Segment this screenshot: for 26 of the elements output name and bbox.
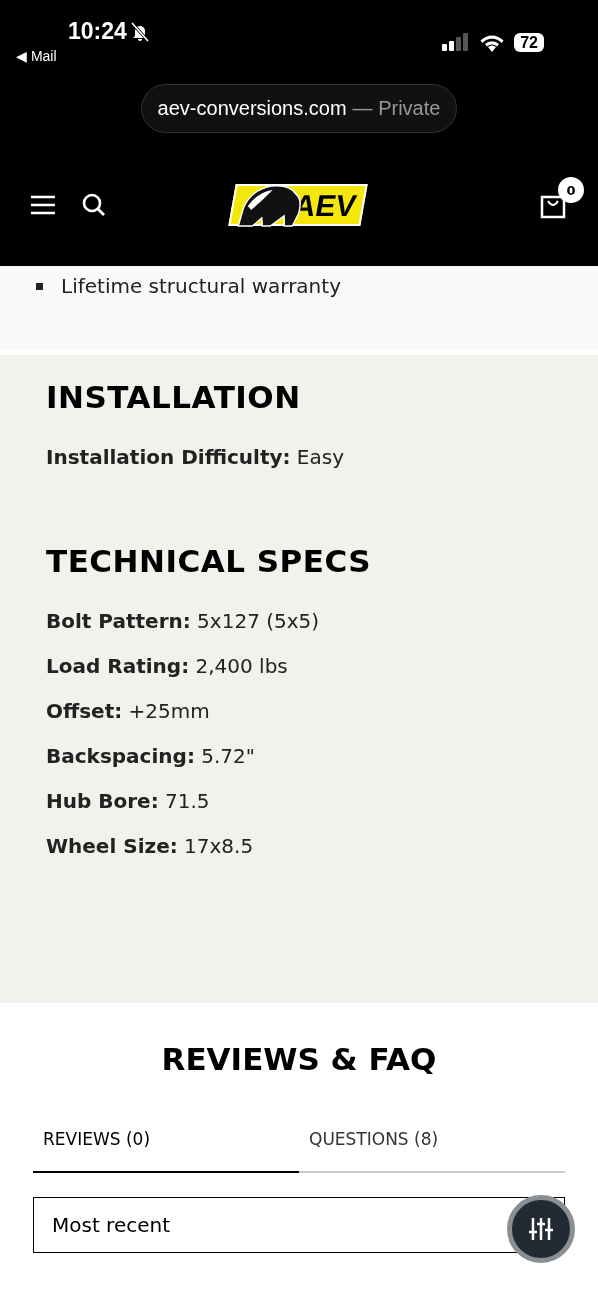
feature-item: Lifetime structural warranty <box>61 274 341 298</box>
section-title: TECHNICAL SPECS <box>46 543 373 579</box>
menu-icon[interactable] <box>30 195 56 215</box>
cart-count-badge: 0 <box>558 177 584 203</box>
spec-line: Installation Difficulty: Easy <box>46 445 346 469</box>
spec-line: Backspacing: 5.72" <box>46 744 256 768</box>
address-bar[interactable]: aev-conversions.com — Private <box>140 84 458 133</box>
bullet-icon <box>36 282 43 290</box>
signal-icon <box>442 33 471 51</box>
muted-bell-icon <box>130 21 149 42</box>
back-to-mail-link[interactable]: ◀ Mail <box>16 48 149 64</box>
tab[interactable]: QUESTIONS (8) <box>299 1129 565 1173</box>
section-title: REVIEWS & FAQ <box>160 1041 438 1077</box>
spec-line: Wheel Size: 17x8.5 <box>46 834 255 858</box>
tab[interactable]: REVIEWS (0) <box>33 1129 299 1173</box>
sort-dropdown[interactable]: Most recent <box>33 1197 508 1253</box>
spec-line: Offset: +25mm <box>46 699 211 723</box>
sliders-icon <box>528 1216 554 1242</box>
clock-time: 10:24 <box>68 18 127 45</box>
spec-line: Bolt Pattern: 5x127 (5x5) <box>46 609 321 633</box>
battery-level: 72 <box>514 32 544 52</box>
section-title: INSTALLATION <box>46 379 302 415</box>
spec-line: Hub Bore: 71.5 <box>46 789 211 813</box>
search-icon[interactable] <box>82 193 106 217</box>
spec-line: Load Rating: 2,400 lbs <box>46 654 289 678</box>
cart-icon[interactable] <box>540 193 566 219</box>
